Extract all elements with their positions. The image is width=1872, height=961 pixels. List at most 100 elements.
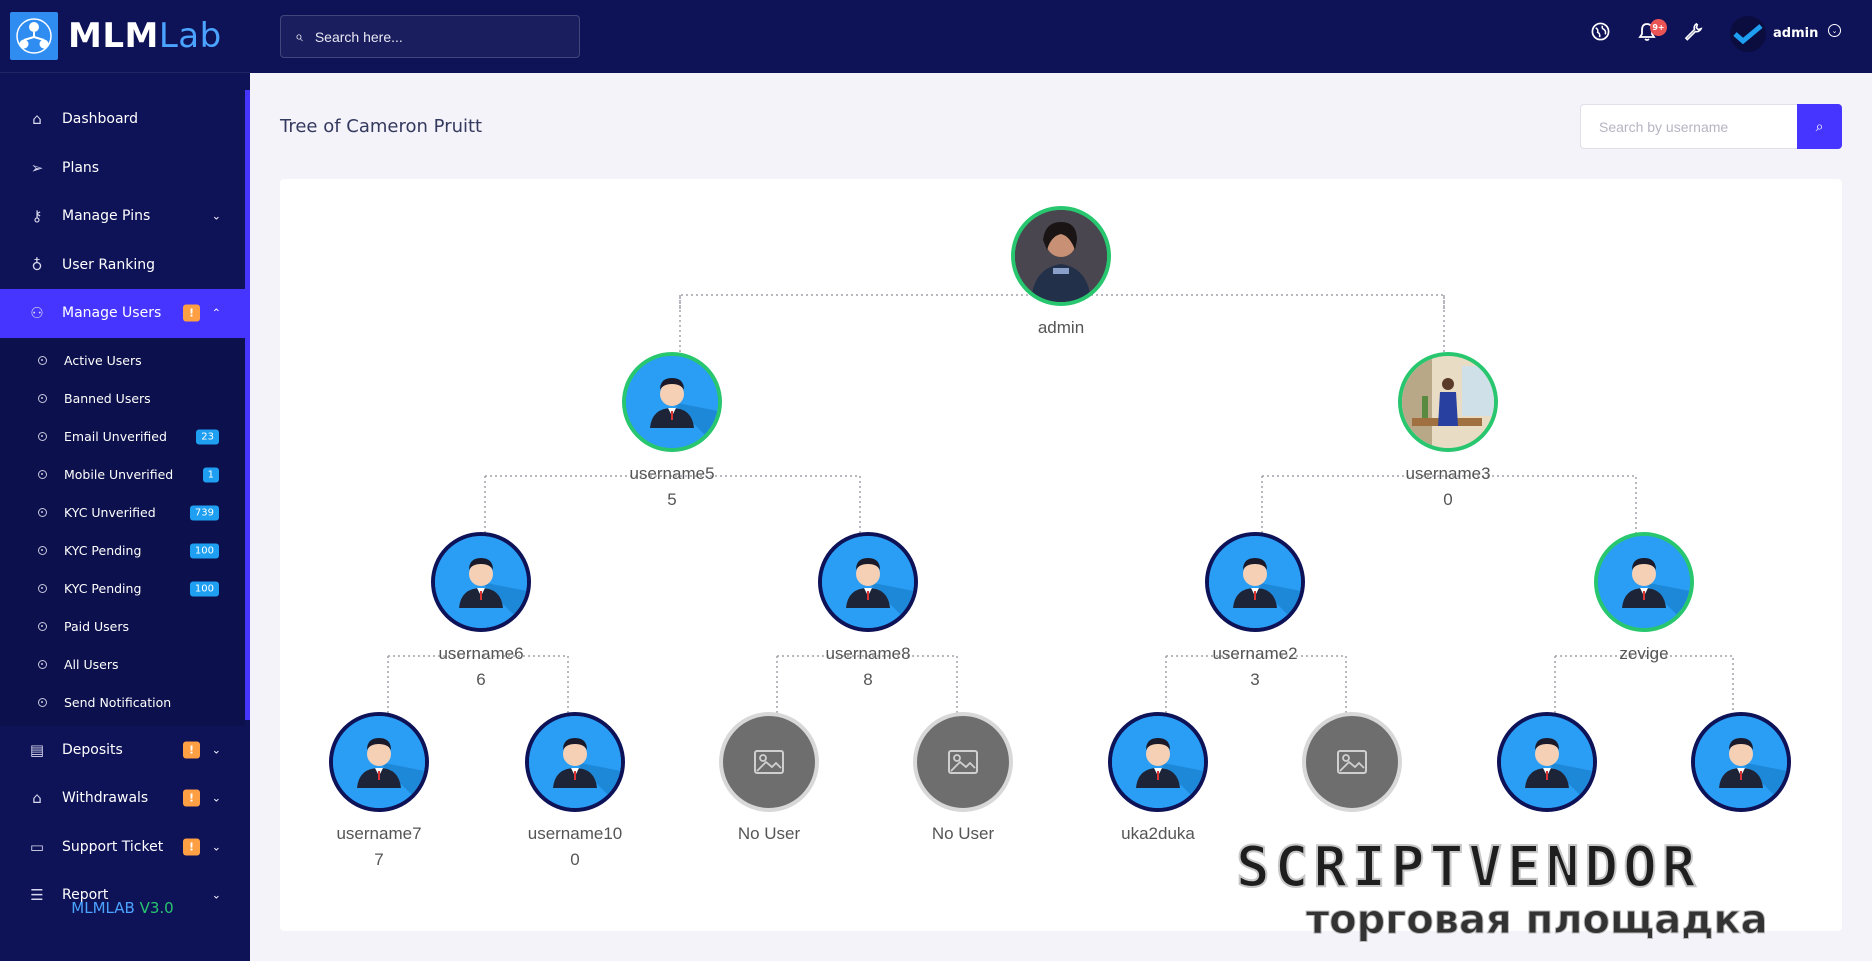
tree-node-level2[interactable]: username6 6: [381, 532, 581, 690]
globe-icon[interactable]: [1591, 22, 1610, 46]
circle-dot-icon: [38, 356, 47, 365]
chevron-up-icon: ⌃: [211, 306, 221, 320]
sidebar-item-dashboard[interactable]: ⌂ Dashboard: [0, 95, 245, 144]
node-username: username8: [825, 644, 911, 663]
submenu-item-paid-users[interactable]: Paid Users: [0, 608, 245, 646]
sidebar-item-withdrawals[interactable]: ⌂ Withdrawals ! ⌄: [0, 774, 245, 823]
circle-dot-icon: [38, 470, 47, 479]
node-username: No User: [737, 824, 801, 843]
notification-count-badge: 9+: [1650, 19, 1667, 36]
submenu-item-kyc-pending[interactable]: KYC Pending 100: [0, 532, 245, 570]
submenu-item-email-unverified[interactable]: Email Unverified 23: [0, 418, 245, 456]
submenu-item-all-users[interactable]: All Users: [0, 646, 245, 684]
tree-node-level1[interactable]: username3 0: [1348, 352, 1548, 510]
username-search-button[interactable]: ⌕: [1797, 104, 1842, 149]
tree-node-level3[interactable]: [1447, 712, 1647, 812]
sidebar-item-deposits[interactable]: ▤ Deposits ! ⌄: [0, 726, 245, 775]
top-navbar: ⌕ 9+ admin ⌄: [250, 0, 1872, 73]
brand-logo[interactable]: MLMLab: [0, 0, 250, 73]
username-search: ⌕: [1580, 104, 1842, 149]
warning-badge: !: [183, 304, 200, 322]
node-count: 0: [570, 850, 580, 869]
medal-icon: ♁: [31, 255, 43, 274]
default-user-avatar-icon: [1691, 712, 1791, 812]
global-search: ⌕: [280, 15, 580, 58]
submenu-item-send-notification[interactable]: Send Notification: [0, 684, 245, 722]
tree-node-level3[interactable]: [1641, 712, 1841, 812]
sidebar-item-manage-users[interactable]: ⚇ Manage Users ! ⌃: [0, 289, 245, 338]
circle-dot-icon: [38, 546, 47, 555]
circle-dot-icon: [38, 698, 47, 707]
submenu-item-kyc-pending-2[interactable]: KYC Pending 100: [0, 570, 245, 608]
page-title: Tree of Cameron Pruitt: [280, 116, 483, 137]
chevron-down-icon: ⌄: [211, 840, 221, 854]
app-version: MLMLAB V3.0: [71, 899, 174, 917]
users-icon: ⚇: [30, 304, 44, 323]
tree-node-level3-empty: No User: [863, 712, 1063, 844]
default-user-avatar-icon: [329, 712, 429, 812]
node-username: zevige: [1619, 644, 1669, 663]
brand-name: MLMLab: [68, 16, 222, 56]
count-badge: 1: [202, 467, 219, 482]
tree-node-level3[interactable]: username7 7: [279, 712, 479, 870]
default-user-avatar-icon: [622, 352, 722, 452]
watermark-overlay: SCRIPTVENDOR торговая площадка: [1235, 835, 1852, 941]
count-badge: 100: [189, 581, 219, 596]
node-count: 0: [1443, 490, 1453, 509]
send-icon: ➢: [30, 158, 44, 177]
warning-badge: !: [183, 741, 200, 759]
node-username: username7: [336, 824, 422, 843]
warning-badge: !: [183, 789, 200, 807]
sidebar: MLMLab ⌂ Dashboard ➢ Plans ⚷ Manage Pins…: [0, 0, 250, 961]
node-count: 7: [374, 850, 384, 869]
tree-node-level3-empty: [1252, 712, 1452, 812]
tree-node-level3-empty: No User: [669, 712, 869, 844]
submenu-item-banned-users[interactable]: Banned Users: [0, 380, 245, 418]
sidebar-item-support-ticket[interactable]: ▭ Support Ticket ! ⌄: [0, 823, 245, 872]
submenu-item-mobile-unverified[interactable]: Mobile Unverified 1: [0, 456, 245, 494]
circle-dot-icon: [38, 622, 47, 631]
tree-node-level1[interactable]: username5 5: [572, 352, 772, 510]
deposit-icon: ▤: [29, 740, 45, 759]
image-placeholder-icon: [913, 712, 1013, 812]
search-icon: ⌕: [295, 28, 303, 45]
image-placeholder-icon: [1302, 712, 1402, 812]
watermark-title: SCRIPTVENDOR: [1235, 835, 1701, 900]
node-username: username5: [629, 464, 715, 483]
node-username: uka2duka: [1121, 824, 1195, 843]
avatar-photo: [1398, 352, 1498, 452]
node-username: No User: [931, 824, 995, 843]
circle-dot-icon: [38, 432, 47, 441]
chevron-down-icon[interactable]: ⌄: [1828, 24, 1841, 37]
tree-node-level2[interactable]: zevige: [1544, 532, 1744, 670]
sidebar-scrollbar[interactable]: [245, 90, 250, 720]
warning-badge: !: [183, 838, 200, 856]
submenu-item-kyc-unverified[interactable]: KYC Unverified 739: [0, 494, 245, 532]
image-placeholder-icon: [719, 712, 819, 812]
network-logo-icon: [10, 12, 58, 60]
tree-node-level3[interactable]: username10 0: [475, 712, 675, 870]
username-search-input[interactable]: [1580, 104, 1797, 149]
tree-node-root[interactable]: admin: [961, 206, 1161, 338]
tree-node-level2[interactable]: username2 3: [1155, 532, 1355, 690]
wrench-icon[interactable]: [1684, 22, 1703, 46]
count-badge: 739: [189, 505, 219, 520]
default-user-avatar-icon: [431, 532, 531, 632]
bank-icon: ⌂: [32, 789, 42, 808]
default-user-avatar-icon: [1594, 532, 1694, 632]
global-search-input[interactable]: [314, 28, 535, 45]
node-count: 5: [667, 490, 677, 509]
sidebar-item-user-ranking[interactable]: ♁ User Ranking: [0, 241, 245, 290]
admin-avatar[interactable]: [1730, 16, 1766, 52]
sidebar-item-manage-pins[interactable]: ⚷ Manage Pins ⌄: [0, 192, 245, 241]
admin-username[interactable]: admin: [1773, 26, 1818, 41]
default-user-avatar-icon: [525, 712, 625, 812]
search-icon: ⌕: [1815, 118, 1824, 134]
tree-node-level2[interactable]: username8 8: [768, 532, 968, 690]
submenu-item-active-users[interactable]: Active Users: [0, 342, 245, 380]
node-count: 8: [863, 670, 873, 689]
sidebar-item-plans[interactable]: ➢ Plans: [0, 144, 245, 193]
sidebar-menu: ⌂ Dashboard ➢ Plans ⚷ Manage Pins ⌄ ♁ Us…: [0, 95, 245, 920]
tree-node-level3[interactable]: uka2duka: [1058, 712, 1258, 844]
default-user-avatar-icon: [818, 532, 918, 632]
